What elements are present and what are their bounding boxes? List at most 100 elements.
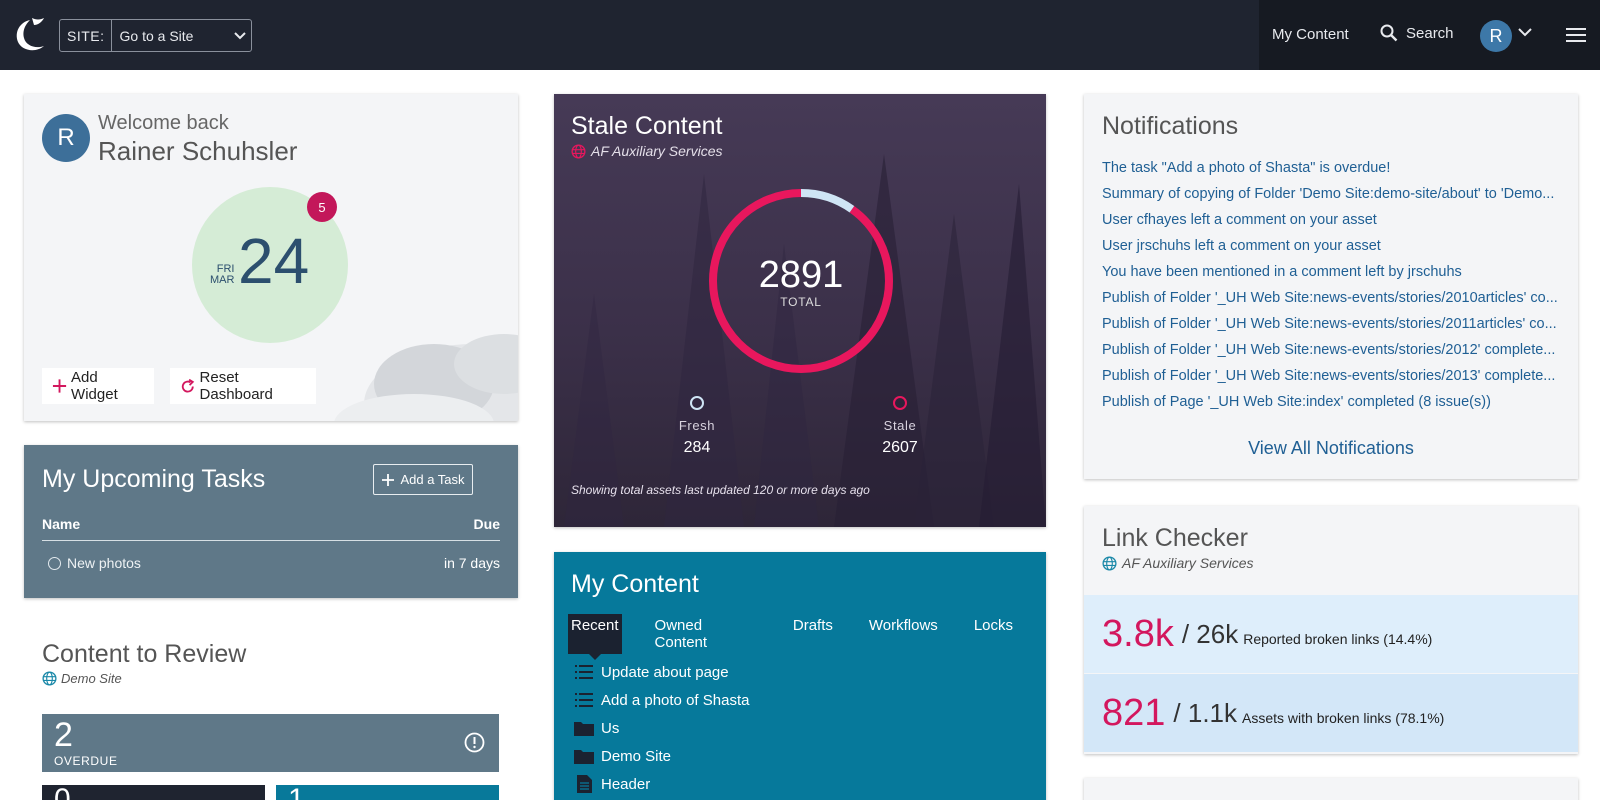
list-item-label: Demo Site: [601, 747, 672, 765]
tab-locks[interactable]: Locks: [971, 614, 1016, 654]
plus-icon: [52, 379, 67, 393]
nav-my-content-link[interactable]: My Content: [1272, 26, 1349, 43]
add-task-button[interactable]: Add a Task: [373, 464, 473, 495]
tasks-column-due[interactable]: Due: [474, 516, 500, 532]
stale-legend[interactable]: Stale 2607: [855, 396, 945, 457]
assets-total-count: / 1.1k: [1173, 697, 1237, 728]
list-icon: [574, 663, 594, 681]
link-checker-title: Link Checker: [1102, 524, 1248, 552]
notification-item[interactable]: Publish of Folder '_UH Web Site:news-eve…: [1102, 368, 1560, 394]
logo-icon[interactable]: [12, 16, 48, 54]
list-item[interactable]: Demo Site: [574, 742, 749, 770]
broken-links-description: Reported broken links (14.4%): [1243, 631, 1433, 647]
tab-recent[interactable]: Recent: [568, 614, 622, 660]
add-widget-button[interactable]: Add Widget: [42, 368, 154, 404]
list-item[interactable]: Us: [574, 714, 749, 742]
notification-item[interactable]: User jrschuhs left a comment on your ass…: [1102, 238, 1560, 264]
list-item[interactable]: Add a photo of Shasta: [574, 686, 749, 714]
globe-icon: [1102, 555, 1117, 571]
folder-icon: [574, 719, 594, 737]
notification-item[interactable]: You have been mentioned in a comment lef…: [1102, 264, 1560, 290]
overdue-review-tile[interactable]: 2 OVERDUE: [42, 714, 499, 772]
list-item-label: Header: [601, 775, 651, 793]
globe-icon: [571, 143, 586, 159]
notification-item[interactable]: Publish of Folder '_UH Web Site:news-eve…: [1102, 290, 1560, 316]
tasks-title: My Upcoming Tasks: [42, 465, 266, 493]
alert-circle-icon: [464, 732, 485, 753]
chevron-down-icon[interactable]: [1518, 28, 1532, 37]
stale-content-site-name: AF Auxiliary Services: [591, 143, 723, 159]
nav-search-button[interactable]: Search: [1380, 24, 1454, 42]
plus-icon: [382, 473, 395, 486]
notification-item[interactable]: Summary of copying of Folder 'Demo Site:…: [1102, 186, 1560, 212]
tab-owned-content[interactable]: Owned Content: [652, 614, 760, 654]
tab-workflows[interactable]: Workflows: [866, 614, 941, 654]
stale-label: Stale: [883, 418, 917, 433]
notification-item[interactable]: Publish of Folder '_UH Web Site:news-eve…: [1102, 316, 1560, 342]
stale-content-note: Showing total assets last updated 120 or…: [571, 483, 870, 497]
my-content-widget: My Content Recent Owned Content Drafts W…: [554, 552, 1046, 800]
fresh-value: 284: [683, 439, 711, 456]
list-item-label: Us: [601, 719, 620, 737]
broken-links-row[interactable]: 3.8k / 26k Reported broken links (14.4%): [1084, 595, 1578, 673]
hamburger-menu-icon[interactable]: [1566, 27, 1586, 43]
my-content-list: Update about page Add a photo of Shasta …: [574, 658, 749, 798]
top-navigation-bar: SITE: Go to a Site My Content Search R: [0, 0, 1600, 70]
link-checker-widget: Link Checker AF Auxiliary Services 3.8k …: [1084, 506, 1578, 754]
notification-item[interactable]: Publish of Folder '_UH Web Site:news-eve…: [1102, 342, 1560, 368]
nav-search-label: Search: [1406, 24, 1454, 42]
next-widget: [1084, 778, 1578, 800]
date-month: MAR: [210, 274, 235, 286]
stale-content-site: AF Auxiliary Services: [571, 143, 722, 159]
reset-dashboard-button[interactable]: Reset Dashboard: [170, 368, 316, 404]
my-content-tabs: Recent Owned Content Drafts Workflows Lo…: [568, 614, 1046, 660]
assets-broken-links-row[interactable]: 821 / 1.1k Assets with broken links (78.…: [1084, 674, 1578, 752]
stale-content-widget: Stale Content AF Auxiliary Services 2891…: [554, 94, 1046, 527]
view-all-notifications-link[interactable]: View All Notifications: [1084, 438, 1578, 459]
task-name[interactable]: New photos: [67, 555, 141, 571]
review-tile-secondary[interactable]: 0: [42, 785, 265, 800]
tab-drafts[interactable]: Drafts: [790, 614, 836, 654]
refresh-icon: [181, 378, 195, 392]
content-review-site: Demo Site: [42, 671, 122, 686]
globe-icon: [42, 671, 57, 686]
review-tile-tertiary[interactable]: 1: [276, 785, 499, 800]
date-day-number: 24: [238, 225, 310, 297]
welcome-greeting: Welcome back: [98, 112, 229, 134]
divider: [42, 540, 500, 541]
notification-item[interactable]: User cfhayes left a comment on your asse…: [1102, 212, 1560, 238]
notifications-list: The task "Add a photo of Shasta" is over…: [1102, 160, 1560, 420]
assets-broken-description: Assets with broken links (78.1%): [1242, 710, 1445, 726]
reset-dashboard-label: Reset Dashboard: [199, 369, 273, 403]
user-name: Rainer Schuhsler: [98, 136, 298, 166]
tasks-column-name[interactable]: Name: [42, 516, 80, 532]
assets-broken-count: 821: [1102, 691, 1166, 734]
list-item-label: Update about page: [601, 663, 729, 681]
list-item[interactable]: Update about page: [574, 658, 749, 686]
task-status-circle-icon[interactable]: [48, 556, 61, 570]
fresh-legend[interactable]: Fresh 284: [652, 396, 742, 457]
overdue-count: 2: [54, 716, 73, 754]
link-checker-site-name: AF Auxiliary Services: [1122, 555, 1254, 571]
notification-count-badge[interactable]: 5: [307, 192, 337, 222]
stale-value: 2607: [882, 439, 918, 456]
list-item[interactable]: Header: [574, 770, 749, 798]
search-icon: [1380, 24, 1398, 42]
table-row[interactable]: New photos in 7 days: [42, 555, 500, 571]
notification-item[interactable]: Publish of Page '_UH Web Site:index' com…: [1102, 394, 1560, 420]
stale-total-label: TOTAL: [780, 295, 822, 309]
my-content-title: My Content: [571, 570, 699, 598]
upcoming-tasks-widget: My Upcoming Tasks Add a Task Name Due Ne…: [24, 445, 518, 598]
fresh-label: Fresh: [678, 418, 716, 433]
welcome-widget: R Welcome back Rainer Schuhsler FRI MAR …: [24, 94, 518, 421]
site-selector[interactable]: SITE: Go to a Site: [59, 19, 252, 52]
overdue-label: OVERDUE: [54, 754, 118, 768]
list-item-label: Add a photo of Shasta: [601, 691, 750, 709]
stale-total-count: 2891: [758, 254, 844, 296]
user-avatar-button[interactable]: R: [1480, 20, 1512, 52]
avatar: R: [42, 114, 90, 162]
stale-content-title: Stale Content: [571, 112, 723, 140]
link-checker-site: AF Auxiliary Services: [1102, 555, 1253, 571]
notification-item[interactable]: The task "Add a photo of Shasta" is over…: [1102, 160, 1560, 186]
total-links-count: / 26k: [1181, 618, 1239, 649]
